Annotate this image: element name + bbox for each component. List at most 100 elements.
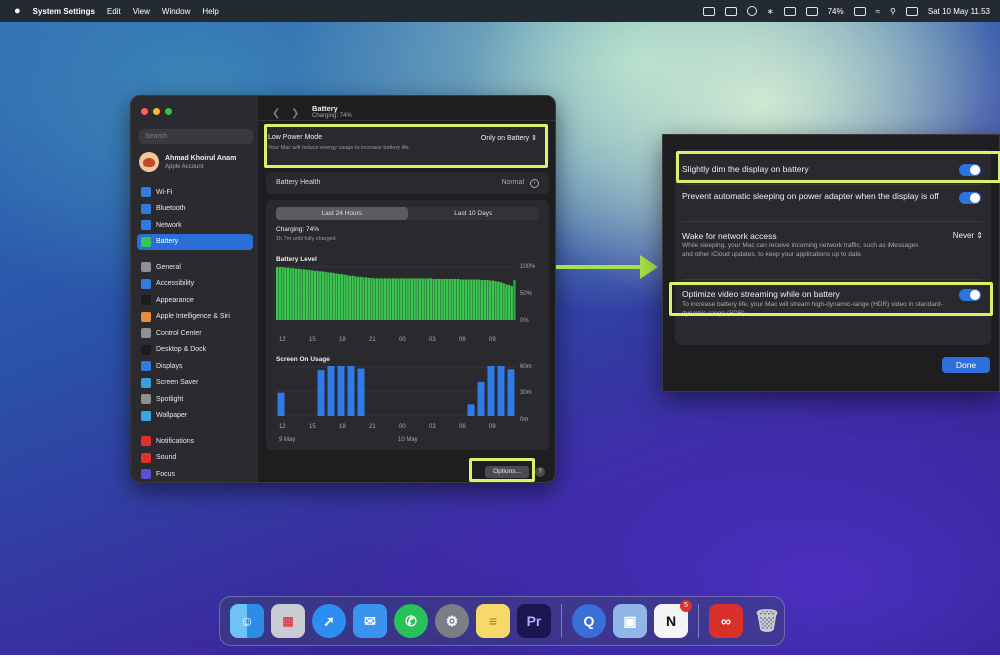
- battery-level-bar: [418, 278, 422, 320]
- battery-level-bar: [332, 273, 335, 320]
- date-tick-9-may: 9 May: [279, 437, 296, 443]
- battery-level-bar: [507, 284, 511, 320]
- menu-help[interactable]: Help: [202, 7, 218, 16]
- screen-usage-bar: [497, 366, 505, 416]
- wake-network-select[interactable]: Never ⇕: [953, 231, 983, 240]
- battery-level-bar: [451, 278, 454, 320]
- dock-icon: [141, 344, 151, 355]
- back-chevron-icon[interactable]: ❮: [272, 108, 280, 119]
- battery-level-bar: [327, 272, 330, 320]
- spotlight-status-icon[interactable]: ⚲: [890, 7, 896, 16]
- row-divider: [682, 279, 982, 280]
- prevent-sleep-toggle[interactable]: [959, 192, 981, 204]
- time-range-segmented-control[interactable]: Last 24 Hours Last 10 Days: [276, 207, 539, 220]
- battery-level-bar: [410, 278, 414, 320]
- app-menu[interactable]: System Settings: [33, 7, 95, 16]
- quicktime-icon[interactable]: Q: [572, 604, 606, 638]
- nav-group-connectivity: Wi-Fi Bluetooth Network Battery: [137, 184, 253, 250]
- battery-level-bar: [402, 278, 406, 320]
- battery-level-bar: [276, 267, 279, 320]
- sidebar-item-wi-fi[interactable]: Wi-Fi: [137, 184, 253, 201]
- battery-level-bar: [343, 274, 346, 320]
- battery-level-bar: [497, 281, 500, 320]
- apple-account[interactable]: Ahmad Khoirul Anam Apple Account: [139, 152, 236, 172]
- sidebar-item-accessibility[interactable]: Accessibility: [137, 276, 253, 293]
- clock[interactable]: Sat 10 May 11.53: [928, 7, 990, 16]
- sidebar-item-network[interactable]: Network: [137, 217, 253, 234]
- done-button[interactable]: Done: [942, 357, 990, 373]
- search-input[interactable]: Search: [139, 129, 253, 144]
- screen-record-status-icon[interactable]: [805, 6, 818, 16]
- wake-network-value: Never: [952, 231, 975, 240]
- battery-health-value[interactable]: Normal i: [501, 179, 539, 188]
- speaker-icon: [141, 452, 151, 463]
- sidebar-item-focus[interactable]: Focus: [137, 466, 253, 482]
- zoom-button[interactable]: [165, 108, 172, 115]
- mail-icon[interactable]: ✉: [353, 604, 387, 638]
- sidebar-item-sound[interactable]: Sound: [137, 450, 253, 467]
- battery-level-bar: [391, 278, 395, 320]
- info-icon[interactable]: i: [530, 179, 539, 188]
- battery-level-bar: [308, 269, 311, 320]
- sidebar-item-apple-intelligence-siri[interactable]: Apple Intelligence & Siri: [137, 309, 253, 326]
- battery-level-bar: [359, 276, 362, 320]
- screen-usage-bar: [507, 369, 515, 416]
- sidebar-item-battery[interactable]: Battery: [137, 233, 253, 250]
- control-center-status-icon[interactable]: [905, 6, 918, 16]
- battery-status-icon[interactable]: [853, 6, 866, 16]
- premiere-pro-icon[interactable]: Pr: [517, 604, 551, 638]
- tab-last-10-days[interactable]: Last 10 Days: [408, 207, 540, 220]
- sidebar-item-notifications[interactable]: Notifications: [137, 433, 253, 450]
- row-divider: [682, 184, 982, 185]
- menu-window[interactable]: Window: [162, 7, 190, 16]
- notion-status-icon[interactable]: [702, 6, 715, 16]
- help-button[interactable]: ?: [535, 467, 545, 477]
- launchpad-icon[interactable]: ▦: [271, 604, 305, 638]
- highlight-box: [676, 151, 1000, 183]
- safari-icon[interactable]: ➚: [312, 604, 346, 638]
- creative-cloud-icon[interactable]: ∞: [709, 604, 743, 638]
- preview-icon[interactable]: ▣: [613, 604, 647, 638]
- finder-icon[interactable]: ☺: [230, 604, 264, 638]
- bluetooth-status-icon[interactable]: ∗: [767, 7, 774, 16]
- whatsapp-icon[interactable]: ✆: [394, 604, 428, 638]
- sidebar-item-spotlight[interactable]: Spotlight: [137, 391, 253, 408]
- keyboard-status-icon[interactable]: [783, 6, 796, 16]
- charging-status: Charging: 74%: [276, 226, 319, 233]
- close-button[interactable]: [141, 108, 148, 115]
- tab-last-24-hours[interactable]: Last 24 Hours: [276, 207, 408, 220]
- sidebar-item-label: Screen Saver: [156, 379, 199, 387]
- sidebar-item-displays[interactable]: Displays: [137, 358, 253, 375]
- minimize-button[interactable]: [153, 108, 160, 115]
- apple-menu-icon[interactable]: ●: [14, 5, 21, 17]
- battery-level-bar: [386, 278, 389, 320]
- wifi-status-icon[interactable]: ≈: [876, 7, 880, 16]
- battery-level-bar: [483, 280, 486, 320]
- sidebar-item-appearance[interactable]: Appearance: [137, 292, 253, 309]
- battery-level-bar: [494, 281, 497, 320]
- screen-usage-bar: [487, 366, 495, 416]
- battery-level-bar: [340, 274, 344, 320]
- sidebar-item-control-center[interactable]: Control Center: [137, 325, 253, 342]
- whatsapp-status-icon[interactable]: [746, 6, 757, 16]
- notes-icon[interactable]: ≡: [476, 604, 510, 638]
- sidebar-item-general[interactable]: General: [137, 259, 253, 276]
- battery-level-bar: [467, 279, 470, 320]
- notion-icon[interactable]: N5: [654, 600, 692, 638]
- sidebar-item-bluetooth[interactable]: Bluetooth: [137, 201, 253, 218]
- trash-icon[interactable]: 🗑: [750, 604, 784, 638]
- dock-divider: [561, 604, 562, 638]
- menu-view[interactable]: View: [133, 7, 150, 16]
- sidebar-item-screen-saver[interactable]: Screen Saver: [137, 375, 253, 392]
- battery-level-chart: [276, 266, 516, 320]
- display-status-icon[interactable]: [724, 6, 737, 16]
- updown-chevron-icon: ⇕: [976, 231, 983, 240]
- menu-edit[interactable]: Edit: [107, 7, 121, 16]
- forward-chevron-icon[interactable]: ❯: [291, 108, 299, 119]
- system-settings-icon[interactable]: ⚙: [435, 604, 469, 638]
- sidebar-item-wallpaper[interactable]: Wallpaper: [137, 408, 253, 425]
- battery-level-bar: [286, 267, 290, 320]
- battery-level-bar: [499, 282, 503, 320]
- sidebar-item-desktop-dock[interactable]: Desktop & Dock: [137, 342, 253, 359]
- battery-level-bar: [435, 278, 438, 320]
